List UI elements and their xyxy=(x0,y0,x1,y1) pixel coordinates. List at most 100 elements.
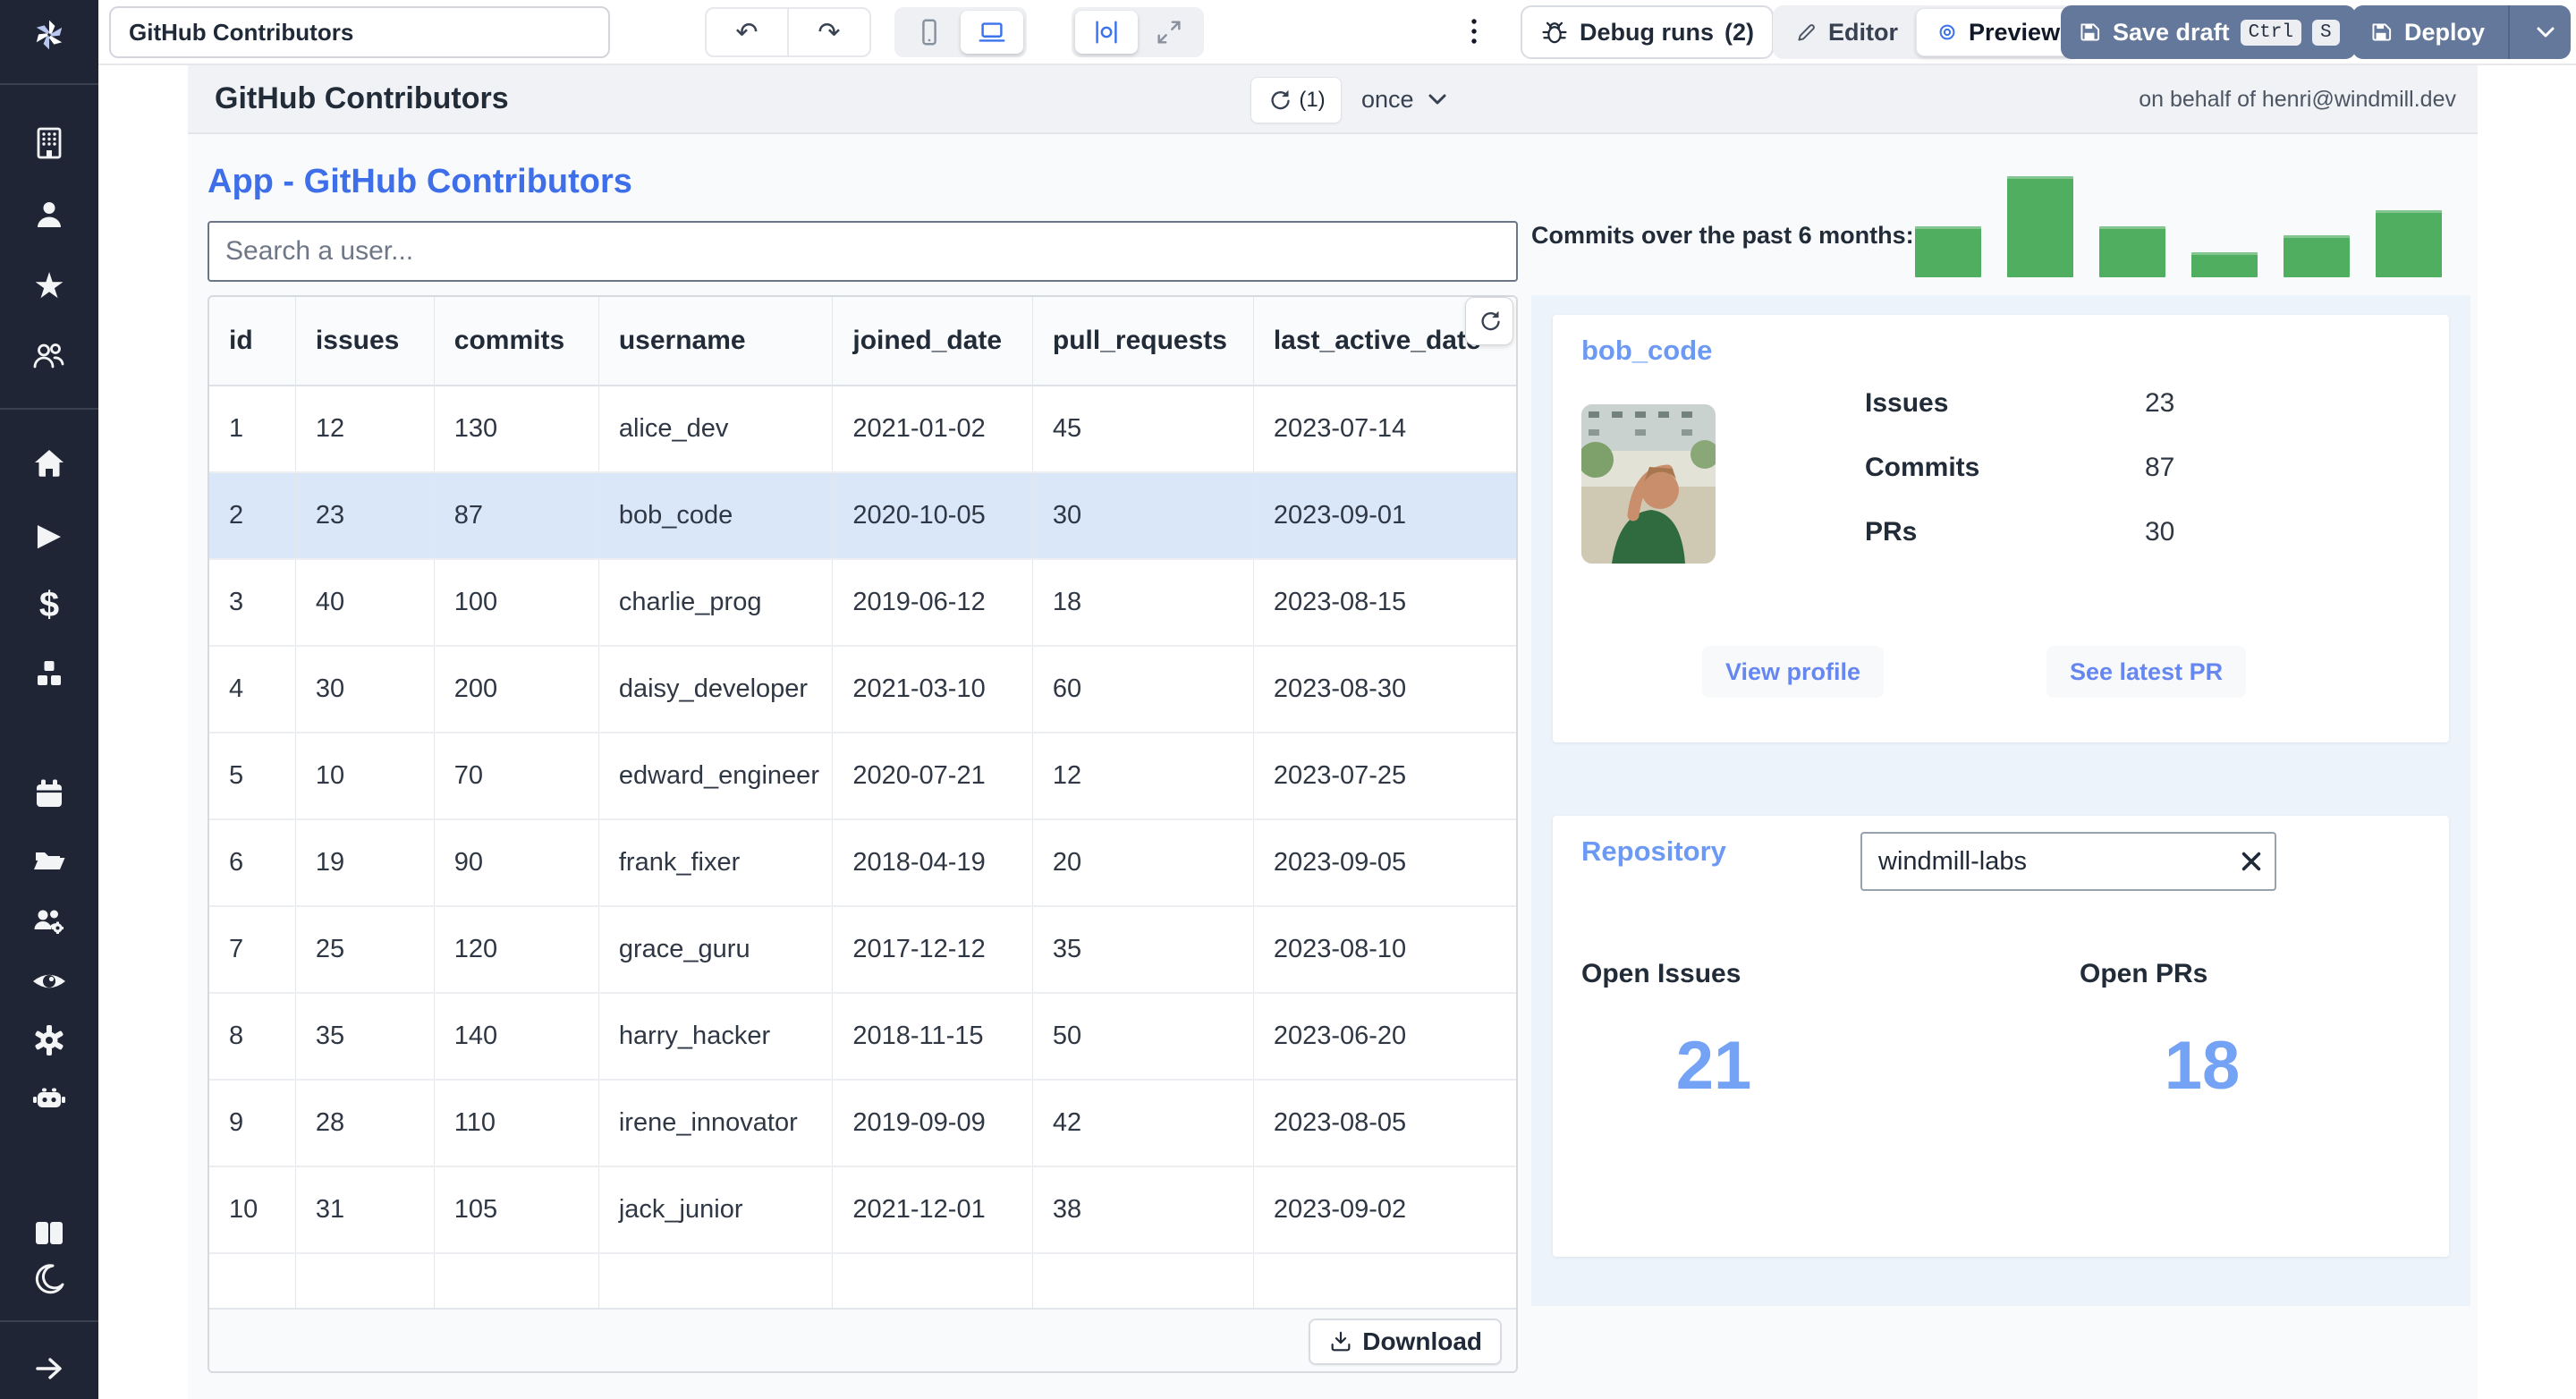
table-cell[interactable]: 35 xyxy=(295,992,435,1080)
table-cell[interactable]: 105 xyxy=(434,1166,599,1253)
table-cell[interactable]: 20 xyxy=(1032,818,1254,906)
table-cell[interactable]: 2021-12-01 xyxy=(832,1166,1033,1253)
see-latest-pr-button[interactable]: See latest PR xyxy=(2046,646,2247,698)
table-cell[interactable]: alice_dev xyxy=(598,386,834,472)
sidebar-item-home[interactable] xyxy=(31,445,67,481)
undo-button[interactable]: ↶ xyxy=(707,9,787,55)
table-cell[interactable]: 45 xyxy=(1032,386,1254,472)
table-row[interactable]: 4 30 200 daisy_developer 2021-03-10 60 2023-08… xyxy=(209,645,1516,733)
column-header[interactable]: pull_requests xyxy=(1032,297,1254,386)
table-cell[interactable]: 70 xyxy=(434,732,599,819)
preview-tab[interactable]: Preview xyxy=(1916,8,2080,56)
table-cell[interactable]: jack_junior xyxy=(598,1166,834,1253)
table-cell[interactable]: 12 xyxy=(1032,732,1254,819)
table-cell[interactable]: 140 xyxy=(434,992,599,1080)
table-cell[interactable]: 2020-07-21 xyxy=(832,732,1033,819)
table-cell[interactable]: 120 xyxy=(434,905,599,993)
table-row[interactable]: 2 23 87 bob_code 2020-10-05 30 2023-09-01 xyxy=(209,471,1516,559)
sidebar-item-dark-mode[interactable] xyxy=(31,1261,67,1297)
table-cell[interactable]: 35 xyxy=(1032,905,1254,993)
table-cell[interactable]: harry_hacker xyxy=(598,992,834,1080)
table-row[interactable]: 5 10 70 edward_engineer 2020-07-21 12 2023-07-… xyxy=(209,732,1516,819)
sidebar-item-schedules[interactable] xyxy=(31,776,67,812)
table-cell[interactable]: 10 xyxy=(295,732,435,819)
table-cell[interactable]: 2017-12-12 xyxy=(832,905,1033,993)
app-title-input[interactable] xyxy=(109,6,610,58)
table-cell[interactable]: 2023-09-05 xyxy=(1253,818,1516,906)
table-cell[interactable]: frank_fixer xyxy=(598,818,834,906)
sidebar-item-docs[interactable] xyxy=(31,1215,67,1251)
table-cell[interactable]: 2023-09-02 xyxy=(1253,1166,1516,1253)
table-cell[interactable]: 4 xyxy=(209,645,296,733)
table-cell[interactable]: 2019-06-12 xyxy=(832,558,1033,646)
desktop-view-button[interactable] xyxy=(961,11,1023,54)
schedule-select[interactable]: once xyxy=(1361,77,1448,122)
table-cell[interactable]: bob_code xyxy=(598,471,834,559)
table-cell[interactable]: 42 xyxy=(1032,1079,1254,1166)
centered-layout-button[interactable] xyxy=(1075,11,1138,54)
table-cell[interactable]: 2018-11-15 xyxy=(832,992,1033,1080)
column-header[interactable]: joined_date xyxy=(832,297,1033,386)
column-header[interactable]: id xyxy=(209,297,296,386)
table-cell[interactable]: 7 xyxy=(209,905,296,993)
clear-input-button[interactable] xyxy=(2239,849,2264,874)
sidebar-item-workspace[interactable] xyxy=(31,125,67,161)
table-cell[interactable]: 110 xyxy=(434,1079,599,1166)
table-cell[interactable]: 9 xyxy=(209,1079,296,1166)
column-header[interactable]: issues xyxy=(295,297,435,386)
view-profile-button[interactable]: View profile xyxy=(1702,646,1885,698)
table-refresh-button[interactable] xyxy=(1465,297,1513,345)
table-cell[interactable]: 2023-07-14 xyxy=(1253,386,1516,472)
sidebar-item-resources[interactable] xyxy=(31,657,67,692)
table-row[interactable]: 10 31 105 jack_junior 2021-12-01 38 2023-09-02 xyxy=(209,1166,1516,1253)
table-cell[interactable]: 23 xyxy=(295,471,435,559)
table-cell[interactable]: edward_engineer xyxy=(598,732,834,819)
sidebar-item-groups[interactable] xyxy=(31,903,67,939)
table-cell[interactable]: 12 xyxy=(295,386,435,472)
table-cell[interactable]: 2023-08-30 xyxy=(1253,645,1516,733)
download-button[interactable]: Download xyxy=(1309,1318,1502,1365)
debug-runs-button[interactable]: Debug runs (2) xyxy=(1521,5,1775,59)
table-row[interactable]: 8 35 140 harry_hacker 2018-11-15 50 2023-06-20 xyxy=(209,992,1516,1080)
table-cell[interactable]: 19 xyxy=(295,818,435,906)
table-cell[interactable]: 5 xyxy=(209,732,296,819)
table-row[interactable]: 3 40 100 charlie_prog 2019-06-12 18 2023-08-15 xyxy=(209,558,1516,646)
redo-button[interactable]: ↷ xyxy=(789,9,869,55)
table-cell[interactable]: 2023-09-01 xyxy=(1253,471,1516,559)
search-input[interactable] xyxy=(208,221,1518,282)
sidebar-item-workers[interactable] xyxy=(31,1081,67,1116)
table-cell[interactable]: 25 xyxy=(295,905,435,993)
editor-tab[interactable]: Editor xyxy=(1776,9,1916,55)
sidebar-item-folders[interactable] xyxy=(31,842,67,878)
table-cell[interactable]: 10 xyxy=(209,1166,296,1253)
table-cell[interactable]: 200 xyxy=(434,645,599,733)
table-cell[interactable]: 30 xyxy=(1032,471,1254,559)
table-cell[interactable]: 2019-09-09 xyxy=(832,1079,1033,1166)
sidebar-item-runs[interactable]: ▶ xyxy=(31,517,67,553)
table-cell[interactable]: 87 xyxy=(434,471,599,559)
table-cell[interactable]: 3 xyxy=(209,558,296,646)
table-cell[interactable]: 1 xyxy=(209,386,296,472)
app-refresh-button[interactable]: (1) xyxy=(1250,77,1342,123)
save-draft-button[interactable]: Save draft Ctrl S xyxy=(2061,5,2356,59)
table-row[interactable]: 6 19 90 frank_fixer 2018-04-19 20 2023-09-05 xyxy=(209,818,1516,906)
table-cell[interactable]: 60 xyxy=(1032,645,1254,733)
deploy-dropdown-button[interactable] xyxy=(2521,5,2571,59)
sidebar-item-audit[interactable] xyxy=(31,963,67,999)
deploy-button[interactable]: Deploy xyxy=(2352,5,2572,59)
table-cell[interactable]: 2020-10-05 xyxy=(832,471,1033,559)
table-cell[interactable]: 8 xyxy=(209,992,296,1080)
table-cell[interactable]: 90 xyxy=(434,818,599,906)
table-cell[interactable]: 130 xyxy=(434,386,599,472)
table-cell[interactable]: 50 xyxy=(1032,992,1254,1080)
table-row[interactable]: 7 25 120 grace_guru 2017-12-12 35 2023-08-10 xyxy=(209,905,1516,993)
table-cell[interactable]: irene_innovator xyxy=(598,1079,834,1166)
fullscreen-button[interactable] xyxy=(1138,11,1200,54)
table-row[interactable]: 9 28 110 irene_innovator 2019-09-09 42 2023-08… xyxy=(209,1079,1516,1166)
table-cell[interactable]: 2023-06-20 xyxy=(1253,992,1516,1080)
repository-input[interactable] xyxy=(1860,832,2276,891)
sidebar-item-expand[interactable] xyxy=(31,1351,67,1386)
table-cell[interactable]: 2023-08-15 xyxy=(1253,558,1516,646)
windmill-logo[interactable] xyxy=(24,10,74,60)
table-cell[interactable]: charlie_prog xyxy=(598,558,834,646)
